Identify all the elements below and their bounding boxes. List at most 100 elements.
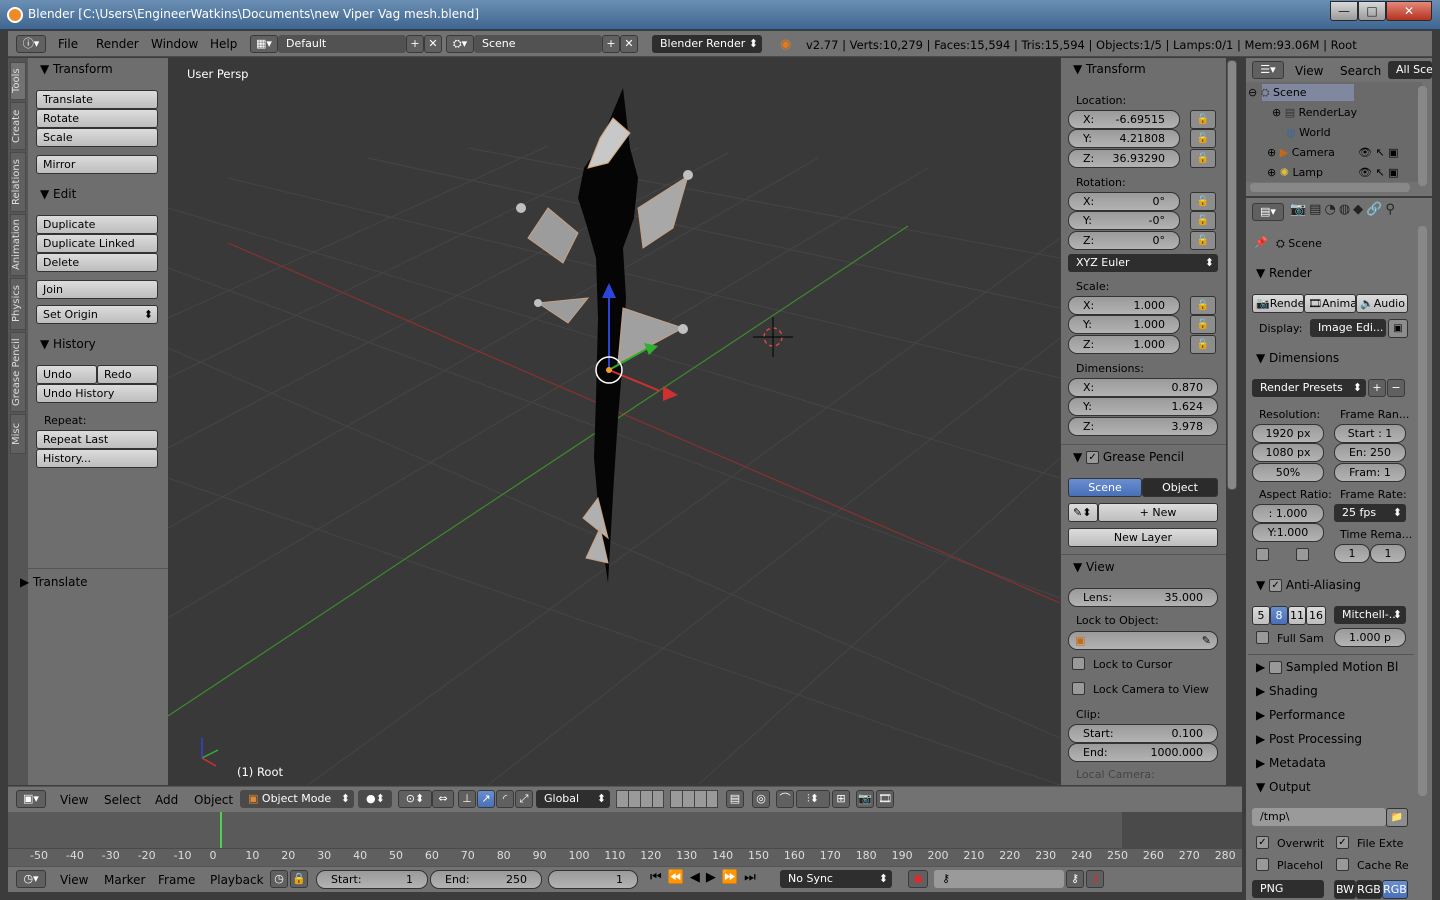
- output-path-field[interactable]: /tmp\: [1252, 808, 1386, 826]
- lock-camera-checkbox[interactable]: [1072, 682, 1085, 695]
- lock-rotation-x-icon[interactable]: 🔓: [1190, 192, 1216, 211]
- lock-location-z-icon[interactable]: 🔓: [1190, 149, 1216, 168]
- remove-scene-icon[interactable]: ✕: [620, 35, 638, 53]
- dimension-y-field[interactable]: Y: 1.624: [1068, 397, 1218, 416]
- lock-rotation-y-icon[interactable]: 🔓: [1190, 211, 1216, 230]
- rotation-mode-dropdown[interactable]: XYZ Euler ⬍: [1068, 254, 1218, 272]
- view-panel-header[interactable]: ▼ View: [1073, 560, 1115, 574]
- scene-field[interactable]: Scene: [474, 35, 602, 53]
- remove-layout-icon[interactable]: ✕: [424, 35, 442, 53]
- audio-button[interactable]: 🔈Audio: [1356, 294, 1408, 313]
- properties-vscroll[interactable]: [1418, 226, 1427, 796]
- last-operator-panel[interactable]: ▶ Translate: [20, 575, 88, 589]
- aa-samples-11[interactable]: 11: [1288, 606, 1306, 625]
- lens-field[interactable]: Lens: 35.000: [1068, 588, 1218, 607]
- placeholder-checkbox[interactable]: [1256, 858, 1269, 871]
- render-panel-header[interactable]: ▼ Render: [1256, 266, 1312, 280]
- gp-new-layer-button[interactable]: New Layer: [1068, 528, 1218, 547]
- frame-end-field[interactable]: En: 250: [1334, 443, 1406, 462]
- aa-samples-16[interactable]: 16: [1306, 606, 1326, 625]
- properties-context-tabs[interactable]: 📷▤◔◍◆🔗⚲: [1290, 202, 1430, 222]
- undo-button[interactable]: Undo: [36, 365, 97, 384]
- playback-controls[interactable]: ⏮⏪◀▶⏩⏭: [650, 870, 774, 889]
- rotation-z-field[interactable]: Z: 0°: [1068, 231, 1180, 250]
- snap-toggle-icon[interactable]: ⌒: [776, 790, 794, 808]
- remap-new-field[interactable]: 1: [1370, 544, 1406, 563]
- scale-y-field[interactable]: Y: 1.000: [1068, 315, 1180, 334]
- manipulator-toggle-icon[interactable]: ⊥: [458, 790, 476, 808]
- scale-manipulator-icon[interactable]: ⤢: [515, 790, 533, 808]
- aa-samples-5[interactable]: 5: [1252, 606, 1270, 625]
- gp-object-toggle[interactable]: Object: [1142, 478, 1218, 497]
- history-panel-header[interactable]: ▼ History: [40, 337, 96, 351]
- translate-button[interactable]: Translate: [36, 90, 158, 109]
- grease-pencil-checkbox[interactable]: ✓: [1086, 451, 1100, 464]
- timeline-end-field[interactable]: End: 250: [430, 870, 542, 889]
- color-rgba-toggle[interactable]: RGB: [1382, 880, 1408, 899]
- overwrite-checkbox[interactable]: ✓: [1256, 836, 1269, 849]
- opengl-render-icon[interactable]: 📷: [856, 790, 874, 808]
- rotate-button[interactable]: Rotate: [36, 109, 158, 128]
- tab-physics[interactable]: Physics: [10, 278, 26, 330]
- outliner-row-camera[interactable]: ⊕ ▶ Camera: [1267, 146, 1335, 159]
- timeline-menu-playback[interactable]: Playback: [210, 873, 264, 887]
- outliner-editor-icon[interactable]: ☰▾: [1252, 61, 1284, 79]
- outliner-row-scene[interactable]: ⊖ ⛭ Scene: [1248, 86, 1307, 100]
- crop-checkbox[interactable]: [1296, 548, 1309, 561]
- snap-element-dropdown[interactable]: ⫶⬍: [796, 790, 830, 808]
- add-scene-icon[interactable]: +: [602, 35, 620, 53]
- resolution-y-field[interactable]: 1080 px: [1252, 443, 1324, 462]
- add-preset-icon[interactable]: +: [1368, 379, 1386, 397]
- delete-keyframe-icon[interactable]: ⚷: [1086, 870, 1104, 888]
- aspect-x-field[interactable]: : 1.000: [1252, 504, 1324, 523]
- tab-tools[interactable]: Tools: [10, 62, 26, 100]
- aa-filter-dropdown[interactable]: Mitchell-... ⬍: [1334, 606, 1406, 624]
- dimensions-panel-header[interactable]: ▼ Dimensions: [1256, 351, 1339, 365]
- layers-group-1[interactable]: [616, 790, 664, 808]
- editor-type-icon[interactable]: ⓘ▾: [16, 35, 46, 53]
- menu-window[interactable]: Window: [151, 37, 198, 51]
- screen-layout-icon[interactable]: ▦▾: [250, 35, 278, 53]
- timeline-editor-icon[interactable]: ◷▾: [16, 870, 46, 888]
- pivot-point-dropdown[interactable]: ⊙⬍: [398, 790, 432, 808]
- view3d-menu-add[interactable]: Add: [155, 793, 178, 807]
- scale-x-field[interactable]: X: 1.000: [1068, 296, 1180, 315]
- minimize-button[interactable]: —: [1330, 1, 1358, 21]
- lock-scale-y-icon[interactable]: 🔓: [1190, 315, 1216, 334]
- tab-create[interactable]: Create: [10, 102, 26, 150]
- view3d-menu-object[interactable]: Object: [194, 793, 233, 807]
- gp-new-button[interactable]: + New: [1098, 503, 1218, 522]
- file-format-dropdown[interactable]: PNG: [1252, 880, 1324, 898]
- tab-relations[interactable]: Relations: [10, 152, 26, 212]
- clip-end-field[interactable]: End: 1000.000: [1068, 743, 1218, 762]
- close-button[interactable]: ✕: [1386, 1, 1432, 21]
- history-button[interactable]: History...: [36, 449, 158, 468]
- eyedropper-icon[interactable]: ✎: [1202, 632, 1211, 649]
- clip-start-field[interactable]: Start: 0.100: [1068, 724, 1218, 743]
- layers-group-2[interactable]: [670, 790, 718, 808]
- cache-result-checkbox[interactable]: [1336, 858, 1349, 871]
- 3d-cursor-icon[interactable]: [753, 317, 793, 357]
- full-sample-checkbox[interactable]: [1256, 631, 1269, 644]
- view3d-editor-icon[interactable]: ▣▾: [16, 790, 46, 808]
- shading-header[interactable]: ▶ Shading: [1256, 684, 1318, 698]
- timeline-menu-view[interactable]: View: [60, 873, 88, 887]
- lock-scale-z-icon[interactable]: 🔓: [1190, 335, 1216, 354]
- timeline-menu-marker[interactable]: Marker: [104, 873, 145, 887]
- lock-interface-icon[interactable]: ▣: [1388, 319, 1408, 338]
- duplicate-linked-button[interactable]: Duplicate Linked: [36, 234, 158, 253]
- location-y-field[interactable]: Y: 4.21808: [1068, 129, 1180, 148]
- transform-panel-header[interactable]: ▼ Transform: [40, 62, 113, 76]
- frame-start-field[interactable]: Start : 1: [1334, 424, 1406, 443]
- location-z-field[interactable]: Z: 36.93290: [1068, 149, 1180, 168]
- metadata-header[interactable]: ▶ Metadata: [1256, 756, 1326, 770]
- resolution-x-field[interactable]: 1920 px: [1252, 424, 1324, 443]
- lock-scale-x-icon[interactable]: 🔓: [1190, 296, 1216, 315]
- aspect-y-field[interactable]: Y:1.000: [1252, 523, 1324, 542]
- location-x-field[interactable]: X: -6.69515: [1068, 110, 1180, 129]
- outliner-row-lamp[interactable]: ⊕ ✺ Lamp: [1267, 166, 1323, 179]
- lock-location-y-icon[interactable]: 🔓: [1190, 129, 1216, 148]
- current-frame-field[interactable]: 1: [548, 870, 638, 889]
- anti-aliasing-checkbox[interactable]: ✓: [1269, 579, 1283, 592]
- file-ext-checkbox[interactable]: ✓: [1336, 836, 1349, 849]
